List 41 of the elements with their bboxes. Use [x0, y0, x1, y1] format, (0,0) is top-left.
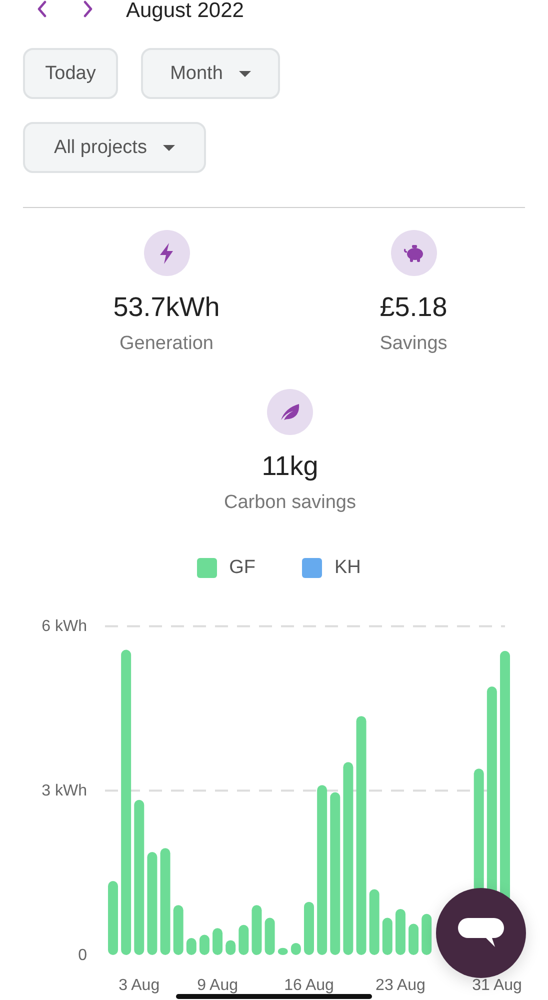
y-axis-label: 0	[78, 947, 87, 964]
stat-value: 53.7kWh	[113, 292, 220, 323]
x-axis-label: 31 Aug	[472, 977, 522, 994]
legend-label: KH	[334, 557, 361, 579]
bar	[278, 948, 288, 955]
today-button[interactable]: Today	[23, 48, 118, 99]
bar	[408, 924, 419, 955]
next-icon[interactable]	[82, 0, 94, 19]
stat-label: Carbon savings	[224, 492, 356, 514]
stat-label: Savings	[380, 333, 448, 355]
bar	[382, 918, 392, 955]
bar	[186, 938, 196, 955]
bar	[395, 908, 406, 955]
bar	[304, 902, 314, 955]
bar	[238, 924, 249, 955]
stat-value: £5.18	[380, 292, 448, 323]
previous-icon[interactable]	[36, 0, 48, 19]
month-title: August 2022	[126, 0, 244, 22]
bar	[226, 940, 236, 955]
bar	[264, 918, 275, 955]
y-axis-label: 6 kWh	[42, 618, 87, 636]
bar	[173, 905, 184, 955]
legend-label: GF	[229, 557, 256, 579]
stat-label: Generation	[119, 333, 214, 355]
x-axis-label: 16 Aug	[284, 977, 334, 994]
leaf-icon	[267, 389, 313, 435]
bar	[252, 905, 262, 955]
x-axis-label: 23 Aug	[376, 977, 426, 994]
bar	[212, 928, 223, 955]
x-axis-label: 9 Aug	[197, 977, 238, 994]
lightning-icon	[144, 230, 190, 276]
bar	[369, 889, 380, 955]
y-axis-label: 3 kWh	[42, 782, 87, 800]
projects-dropdown[interactable]: All projects	[23, 122, 206, 173]
x-axis-label: 3 Aug	[118, 977, 160, 994]
bar	[422, 914, 432, 955]
bar	[199, 934, 210, 955]
piggy-bank-icon	[390, 230, 436, 276]
bar	[290, 942, 301, 955]
period-dropdown[interactable]: Month	[141, 48, 280, 99]
stat-value: 11kg	[262, 451, 318, 482]
